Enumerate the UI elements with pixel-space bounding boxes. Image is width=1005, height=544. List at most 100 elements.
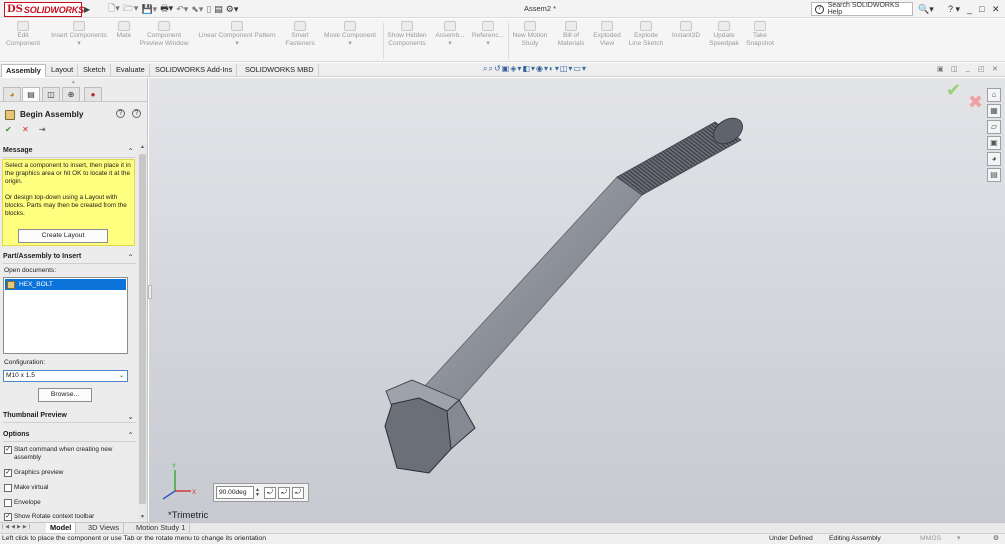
solidworks-resources-icon[interactable]: ⌂ <box>987 88 1001 102</box>
appearances-scenes-icon[interactable]: ◕ <box>987 152 1001 166</box>
select-icon[interactable]: ⬉▾ <box>191 4 203 15</box>
option-graphics-preview[interactable]: ✓ Graphics preview <box>4 469 63 477</box>
option-envelope[interactable]: Envelope <box>4 499 41 507</box>
collapse-chevron-icon[interactable]: ⌃ <box>127 431 134 440</box>
move-component-button[interactable]: Move Component ▾ <box>318 21 382 48</box>
mate-button[interactable]: Mate <box>112 21 136 40</box>
new-document-icon[interactable]: 🗋▾ <box>108 1 120 17</box>
take-snapshot-button[interactable]: Take Snapshot <box>742 21 778 48</box>
browse-button[interactable]: Browse... <box>38 388 92 402</box>
help-icon[interactable]: ? <box>132 109 141 118</box>
tab-scroll-arrows-icon[interactable]: |◀◀▶▶| <box>2 524 32 530</box>
display-manager-tab-icon[interactable]: ● <box>84 87 102 101</box>
print-icon[interactable]: 🖶▾ <box>160 1 173 17</box>
undo-icon[interactable]: ↶▾ <box>176 4 188 15</box>
exploded-view-button[interactable]: Exploded View <box>589 21 625 48</box>
option-make-virtual[interactable]: Make virtual <box>4 484 48 492</box>
section-view-icon[interactable]: ▣ <box>502 64 511 73</box>
design-library-icon[interactable]: ▦ <box>987 104 1001 118</box>
part-to-insert-section-header[interactable]: Part/Assembly to Insert ⌃ <box>3 253 136 264</box>
checkbox-checked[interactable]: ✓ <box>4 446 12 454</box>
search-magnifier-icon[interactable]: 🔍▾ <box>918 2 934 16</box>
file-explorer-icon[interactable]: ▱ <box>987 120 1001 134</box>
display-style-icon[interactable]: ◧▾ <box>522 64 536 73</box>
tab-solidworks-add-ins[interactable]: SOLIDWORKS Add-Ins <box>151 64 238 77</box>
tile-window-icon[interactable]: ▣ <box>937 65 944 73</box>
rotate-x-icon[interactable]: ⤾ <box>264 486 276 499</box>
tab-3d-views[interactable]: 3D Views <box>84 523 125 533</box>
edit-appearance-icon[interactable]: ◐▾ <box>549 64 560 73</box>
scroll-up-icon[interactable]: ▲ <box>138 144 147 150</box>
property-manager-tab-icon[interactable]: ▤ <box>22 87 40 101</box>
options-gear-icon[interactable]: ⚙▾ <box>226 4 239 15</box>
assembly-features-button[interactable]: Assemb... ▾ <box>432 21 468 48</box>
help-menu[interactable]: ? ▾ <box>948 2 960 16</box>
option-start-command[interactable]: ✓ Start command when creating new assemb… <box>4 446 134 461</box>
reference-geometry-button[interactable]: Referenc... ▾ <box>468 21 508 48</box>
panel-splitter-icon[interactable]: ▴ <box>72 79 75 85</box>
feature-manager-tab-icon[interactable]: ◕ <box>3 87 21 101</box>
doc-close-icon[interactable]: ✕ <box>992 65 998 73</box>
units-dropdown-arrow[interactable]: ▾ <box>957 534 960 544</box>
new-motion-study-button[interactable]: New Motion Study <box>509 21 551 48</box>
rebuild-icon[interactable]: ▯ <box>206 4 211 15</box>
smart-fasteners-button[interactable]: Smart Fasteners <box>282 21 318 48</box>
confirm-corner-ok-icon[interactable]: ✔ <box>946 80 961 101</box>
explode-line-sketch-button[interactable]: Explode Line Sketch <box>625 21 667 48</box>
dimxpert-manager-tab-icon[interactable]: ⊕ <box>62 87 80 101</box>
tab-assembly[interactable]: Assembly <box>1 64 46 77</box>
customize-status-icon[interactable]: ⚙ <box>993 534 999 544</box>
tab-solidworks-mbd[interactable]: SOLIDWORKS MBD <box>241 64 319 77</box>
file-properties-icon[interactable]: ▤ <box>214 4 223 15</box>
graphics-area[interactable]: Y X <box>149 78 1005 522</box>
help-search-input[interactable]: ? Search SOLIDWORKS Help <box>811 2 913 16</box>
option-show-rotate-toolbar[interactable]: ✓ Show Rotate context toolbar <box>4 513 94 521</box>
options-section-header[interactable]: Options ⌃ <box>3 431 136 442</box>
open-documents-list[interactable]: HEX_BOLT <box>3 277 128 354</box>
pane-split-icon[interactable]: ◫ <box>951 65 958 73</box>
hex-bolt-model[interactable]: Y X <box>149 78 1005 522</box>
scroll-down-icon[interactable]: ▼ <box>138 514 147 520</box>
message-section-header[interactable]: Message ⌃ <box>3 147 136 158</box>
rotate-angle-input[interactable]: 90.00deg <box>216 486 254 499</box>
previous-view-icon[interactable]: ↺ <box>494 64 502 73</box>
confirm-corner-cancel-icon[interactable]: ✖ <box>968 92 983 113</box>
checkbox-checked[interactable]: ✓ <box>4 469 12 477</box>
bill-of-materials-button[interactable]: Bill of Materials <box>553 21 589 48</box>
save-icon[interactable]: 💾▾ <box>141 4 157 15</box>
doc-minimize-icon[interactable]: _ <box>966 65 970 72</box>
rotate-y-icon[interactable]: ⤾ <box>278 486 290 499</box>
solidworks-logo[interactable]: DS SOLIDWORKS <box>4 2 84 17</box>
details-icon[interactable]: ? <box>116 109 125 118</box>
view-settings-icon[interactable]: ▭▾ <box>573 64 587 73</box>
hide-show-items-icon[interactable]: ◉▾ <box>536 64 549 73</box>
tab-sketch[interactable]: Sketch <box>79 64 111 77</box>
panel-scrollbar[interactable]: ▲ ▼ <box>138 144 147 522</box>
insert-components-button[interactable]: Insert Components ▾ <box>46 21 112 48</box>
edit-component-button[interactable]: Edit Component <box>2 21 44 48</box>
configuration-select[interactable]: M10 x 1.5 ⌄ <box>3 370 128 382</box>
checkbox-unchecked[interactable] <box>4 484 12 492</box>
checkbox-unchecked[interactable] <box>4 499 12 507</box>
cancel-x-icon[interactable]: ✕ <box>22 125 29 134</box>
restore-button[interactable]: □ <box>979 2 984 16</box>
instant3d-button[interactable]: Instant3D <box>667 21 705 40</box>
collapse-chevron-icon[interactable]: ⌃ <box>127 147 134 156</box>
view-palette-icon[interactable]: ▣ <box>987 136 1001 150</box>
rotate-z-icon[interactable]: ⤾ <box>292 486 304 499</box>
tab-model[interactable]: Model <box>46 523 77 533</box>
ok-check-icon[interactable]: ✔ <box>5 125 12 134</box>
tab-evaluate[interactable]: Evaluate <box>112 64 150 77</box>
expand-chevron-icon[interactable]: ⌄ <box>127 412 134 421</box>
component-preview-window-button[interactable]: Component Preview Window <box>136 21 192 48</box>
view-orientation-icon[interactable]: ◈▾ <box>510 64 522 73</box>
checkbox-checked[interactable]: ✓ <box>4 513 12 521</box>
linear-component-pattern-button[interactable]: Linear Component Pattern ▾ <box>192 21 282 48</box>
update-speedpak-button[interactable]: Update Speedpak <box>706 21 742 48</box>
panel-collapse-handle[interactable] <box>148 285 152 299</box>
heads-up-view-toolbar[interactable]: ⌕⌕↺▣◈▾◧▾◉▾◐▾◫▾▭▾ <box>483 64 587 76</box>
units-selector[interactable]: MMGS <box>920 534 941 544</box>
minimize-button[interactable]: _ <box>967 2 972 16</box>
angle-spinner-icon[interactable]: ▲ ▼ <box>255 487 261 498</box>
thumbnail-preview-section-header[interactable]: Thumbnail Preview ⌄ <box>3 412 136 423</box>
